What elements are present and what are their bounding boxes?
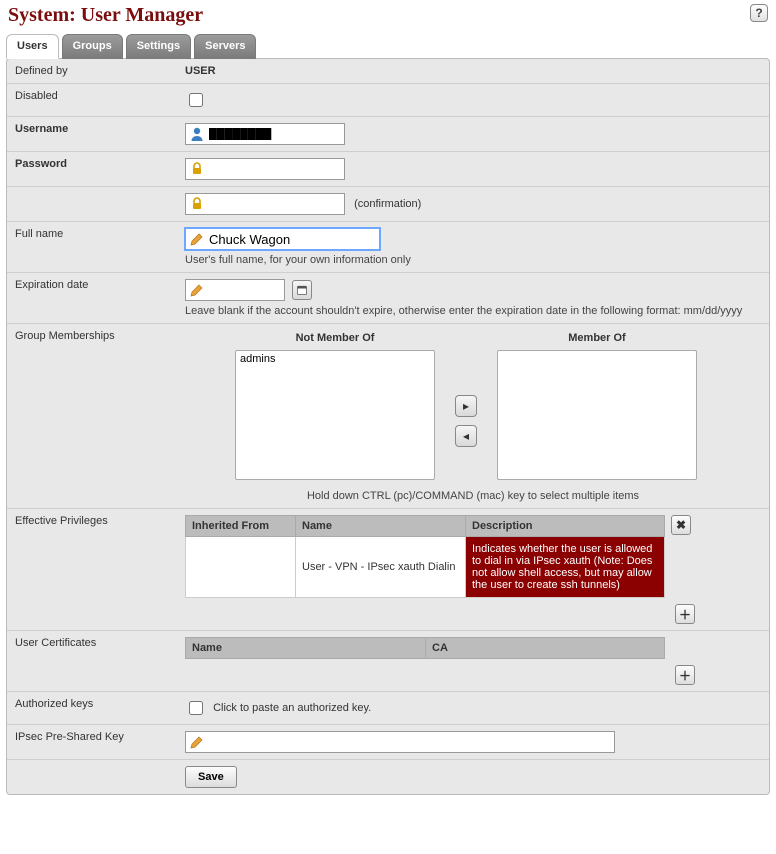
tab-settings[interactable]: Settings (126, 34, 191, 59)
disabled-label: Disabled (7, 84, 177, 117)
user-icon (188, 125, 206, 143)
list-item[interactable]: admins (238, 353, 432, 366)
password-label: Password (7, 152, 177, 187)
priv-header-description: Description (466, 516, 665, 537)
groups-label: Group Memberships (7, 324, 177, 509)
priv-inherited-cell (186, 537, 296, 598)
cert-header-ca: CA (426, 638, 665, 659)
lock-icon (188, 195, 206, 213)
page-title: System: User Manager (8, 4, 203, 27)
defined-by-value: USER (185, 65, 216, 77)
plus-icon: ＋ (679, 667, 691, 684)
disabled-checkbox[interactable] (189, 93, 203, 107)
calendar-button[interactable] (292, 280, 312, 300)
add-privilege-button[interactable]: ＋ (675, 604, 695, 624)
fullname-label: Full name (7, 222, 177, 273)
defined-by-label: Defined by (7, 59, 177, 84)
fullname-input[interactable] (209, 230, 374, 248)
authorized-keys-checkbox[interactable] (189, 701, 203, 715)
add-certificate-button[interactable]: ＋ (675, 665, 695, 685)
plus-icon: ＋ (679, 606, 691, 623)
certificates-table: Name CA (185, 637, 665, 659)
chevron-right-icon: ▸ (463, 399, 469, 413)
move-left-button[interactable]: ◂ (455, 425, 477, 447)
priv-header-name: Name (296, 516, 466, 537)
privileges-table: Inherited From Name Description User - V… (185, 515, 665, 598)
not-member-of-list[interactable]: admins (235, 350, 435, 480)
password-confirm-input[interactable] (209, 195, 339, 213)
ipsec-psk-input[interactable] (209, 733, 609, 751)
priv-name-cell: User - VPN - IPsec xauth Dialin (296, 537, 466, 598)
tab-bar: Users Groups Settings Servers (0, 33, 776, 58)
help-icon[interactable]: ? (750, 4, 768, 22)
priv-header-inherited: Inherited From (186, 516, 296, 537)
ipsec-psk-label: IPsec Pre-Shared Key (7, 725, 177, 760)
member-of-title: Member Of (568, 332, 625, 344)
privileges-label: Effective Privileges (7, 509, 177, 631)
tab-groups[interactable]: Groups (62, 34, 123, 59)
cert-header-name: Name (186, 638, 426, 659)
authorized-keys-label: Authorized keys (7, 692, 177, 725)
username-label: Username (7, 117, 177, 152)
expiration-input[interactable] (209, 281, 279, 299)
expiration-label: Expiration date (7, 273, 177, 324)
tab-servers[interactable]: Servers (194, 34, 256, 59)
priv-description-cell: Indicates whether the user is allowed to… (466, 537, 665, 598)
lock-icon (188, 160, 206, 178)
save-button[interactable]: Save (185, 766, 237, 788)
pencil-icon (188, 733, 206, 751)
not-member-of-title: Not Member Of (296, 332, 375, 344)
move-right-button[interactable]: ▸ (455, 395, 477, 417)
password-input[interactable] (209, 160, 339, 178)
fullname-hint: User's full name, for your own informati… (185, 254, 761, 266)
user-form-panel: Defined by USER Disabled Username Passwo… (6, 58, 770, 795)
chevron-left-icon: ◂ (463, 429, 469, 443)
username-input[interactable] (209, 125, 339, 143)
tab-users[interactable]: Users (6, 34, 59, 59)
pencil-icon (188, 281, 206, 299)
delete-privilege-button[interactable]: ✖ (671, 515, 691, 535)
pencil-icon (188, 230, 206, 248)
certificates-label: User Certificates (7, 631, 177, 692)
groups-hint: Hold down CTRL (pc)/COMMAND (mac) key to… (185, 490, 761, 502)
password-confirm-hint: (confirmation) (354, 198, 421, 210)
table-row: User - VPN - IPsec xauth Dialin Indicate… (186, 537, 665, 598)
member-of-list[interactable] (497, 350, 697, 480)
authorized-keys-hint: Click to paste an authorized key. (213, 702, 371, 714)
delete-icon: ✖ (676, 518, 686, 532)
expiration-hint: Leave blank if the account shouldn't exp… (185, 305, 761, 317)
